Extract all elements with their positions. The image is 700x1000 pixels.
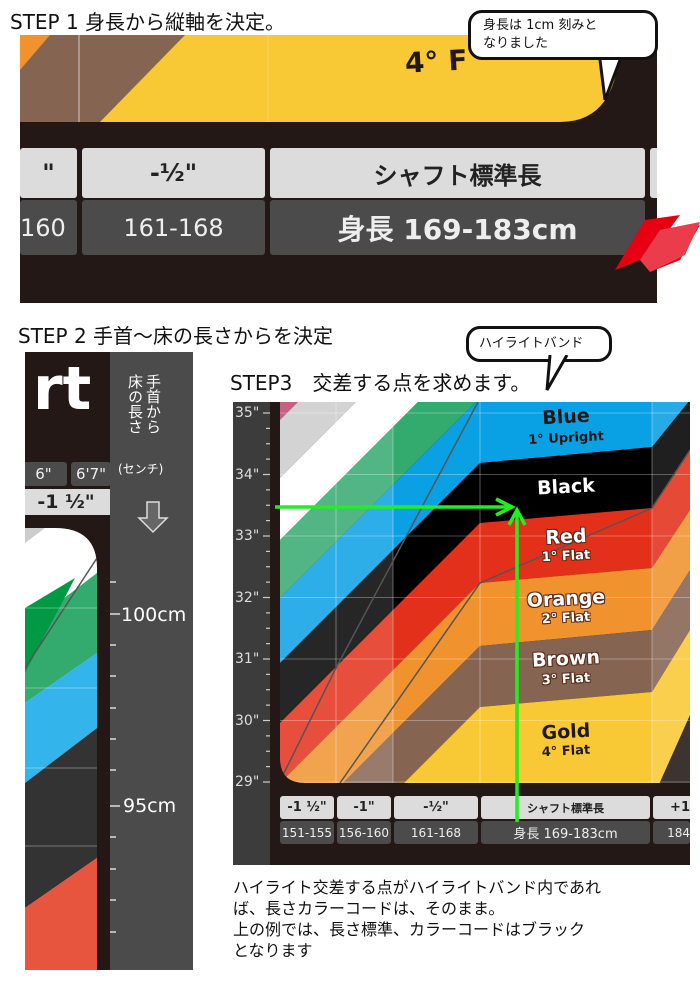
down-arrow-icon bbox=[137, 501, 169, 534]
speech-bubble-step1: 身長は 1cm 刻みと なりました bbox=[468, 10, 658, 60]
adjust-cell: -1 ½" bbox=[25, 489, 110, 515]
height-cell: 184 bbox=[653, 821, 690, 844]
bubble-text: 身長は 1cm 刻みと bbox=[483, 18, 598, 33]
explanation-line: ば、長さカラーコードは、そのまま。 bbox=[233, 899, 505, 918]
red-flag-icon bbox=[615, 215, 700, 272]
header-cell-standard: シャフト標準長 bbox=[270, 148, 645, 198]
y-axis-label: 32" bbox=[235, 589, 260, 606]
bubble-tail bbox=[598, 60, 622, 101]
header-cell: +1 bbox=[653, 796, 690, 819]
step2-chart-crop bbox=[25, 528, 97, 970]
step2-title: STEP 2 手首〜床の長さからを決定 bbox=[18, 324, 334, 348]
explanation-line: 上の例では、長さ標準、カラーコードはブラック bbox=[233, 920, 586, 939]
bubble-text: なりました bbox=[483, 36, 549, 51]
step1-panel: 4° F " -½" シャフト標準長 160 161-168 身長 169-18… bbox=[20, 35, 657, 303]
header-cell: -1" bbox=[337, 796, 391, 819]
step2-panel: rt 6" 6'7" -1 ½" bbox=[25, 352, 110, 970]
explanation: ハイライト交差する点がハイライトバンド内であれ ば、長さカラーコードは、そのまま… bbox=[233, 877, 698, 961]
header-cell-standard: シャフト標準長 bbox=[481, 796, 650, 819]
height-cell: 161-168 bbox=[82, 200, 265, 255]
scale-label-100: 100cm bbox=[121, 604, 187, 626]
step1-title: STEP 1 身長から縦軸を決定。 bbox=[10, 10, 286, 34]
y-axis-label: 29" bbox=[235, 774, 260, 790]
header-cell: -1 ½" bbox=[280, 796, 334, 819]
scale-label-95: 95cm bbox=[123, 795, 177, 817]
header-cell: " bbox=[20, 148, 77, 198]
heading-line: 床の長さ bbox=[126, 374, 144, 434]
y-axis-label: 30" bbox=[235, 712, 260, 729]
step3-title: STEP3 交差する点を求めます。 bbox=[230, 371, 531, 395]
height-cell: 160 bbox=[20, 200, 77, 255]
column-unit: (センチ) bbox=[118, 462, 164, 476]
band-label-4-flat: 4° F bbox=[404, 43, 469, 80]
header-cell bbox=[650, 148, 657, 198]
column-heading: 手首から 床の長さ bbox=[126, 374, 162, 454]
header-cell: -½" bbox=[82, 148, 265, 198]
height-cell: 6" bbox=[25, 462, 67, 486]
wrist-floor-column: 手首から 床の長さ (センチ) 100cm 95cm bbox=[110, 352, 193, 970]
bubble-tail bbox=[545, 355, 569, 391]
explanation-line: となります bbox=[233, 941, 313, 960]
height-cell-standard: 身長 169-183cm bbox=[270, 200, 645, 255]
height-cell: 6'7" bbox=[71, 462, 110, 486]
height-cell: 161-168 bbox=[394, 821, 478, 844]
y-axis-label: 34" bbox=[235, 466, 260, 483]
height-cell-standard: 身長 169-183cm bbox=[481, 821, 650, 844]
speech-bubble-highlight-band: ハイライトバンド bbox=[466, 326, 612, 362]
y-axis-label: 33" bbox=[235, 528, 260, 544]
y-axis-label: 31" bbox=[235, 651, 260, 667]
scale-ticks bbox=[110, 581, 120, 933]
explanation-line: ハイライト交差する点がハイライトバンド内であれ bbox=[233, 878, 602, 897]
height-cell: 151-155 bbox=[280, 821, 334, 844]
y-axis-label: 35" bbox=[235, 405, 260, 421]
height-cell: 156-160 bbox=[337, 821, 391, 844]
heading-line: 手首から bbox=[144, 374, 162, 434]
logo-fragment: rt bbox=[33, 354, 92, 424]
header-cell: -½" bbox=[394, 796, 478, 819]
